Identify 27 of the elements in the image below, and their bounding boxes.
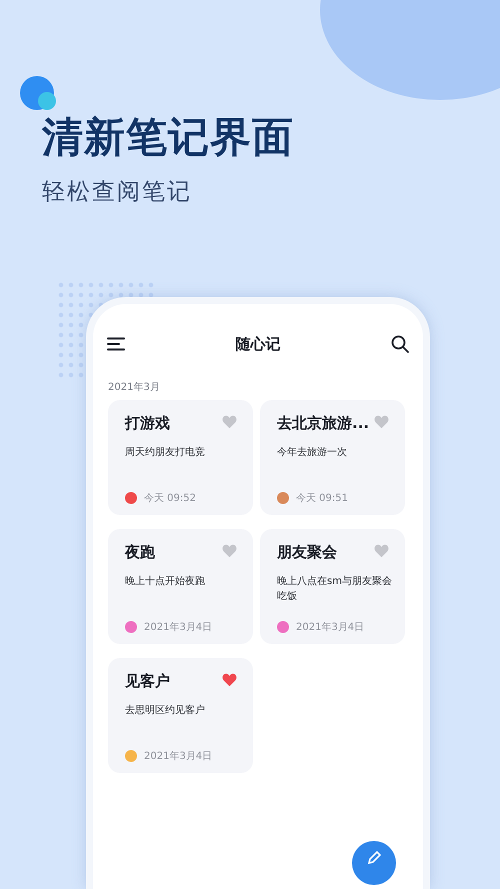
note-title: 去北京旅游... [277,414,370,433]
search-icon[interactable] [391,335,409,353]
note-date: 今天 09:51 [296,492,348,505]
note-date: 2021年3月4日 [144,621,212,634]
note-title: 夜跑 [125,543,155,562]
note-card[interactable]: 夜跑 晚上十点开始夜跑 2021年3月4日 [108,529,253,644]
note-body: 今年去旅游一次 [277,446,348,460]
note-card[interactable]: 朋友聚会 晚上八点在sm与朋友聚会吃饭 2021年3月4日 [260,529,405,644]
note-body: 晚上十点开始夜跑 [125,574,206,589]
note-date: 2021年3月4日 [144,750,212,763]
note-card[interactable]: 打游戏 周天约朋友打电竞 今天 09:52 [108,400,253,515]
note-card[interactable]: 去北京旅游... 今年去旅游一次 今天 09:51 [260,400,405,515]
month-heading: 2021年3月 [107,381,161,394]
note-date: 2021年3月4日 [296,621,364,634]
note-body: 周天约朋友打电竞 [125,446,206,460]
pencil-icon [366,850,382,866]
note-title: 见客户 [125,672,170,691]
note-title: 打游戏 [125,414,170,433]
note-date: 今天 09:52 [144,492,196,505]
headline: 清新笔记界面 [42,112,294,162]
note-body: 晚上八点在sm与朋友聚会吃饭 [277,574,393,604]
note-body: 去思明区约见客户 [125,704,206,718]
note-title: 朋友聚会 [277,543,337,562]
menu-icon[interactable] [107,337,125,351]
subheadline: 轻松查阅笔记 [42,178,192,207]
app-title: 随心记 [236,334,280,354]
note-card[interactable]: 见客户 去思明区约见客户 2021年3月4日 [108,658,253,773]
